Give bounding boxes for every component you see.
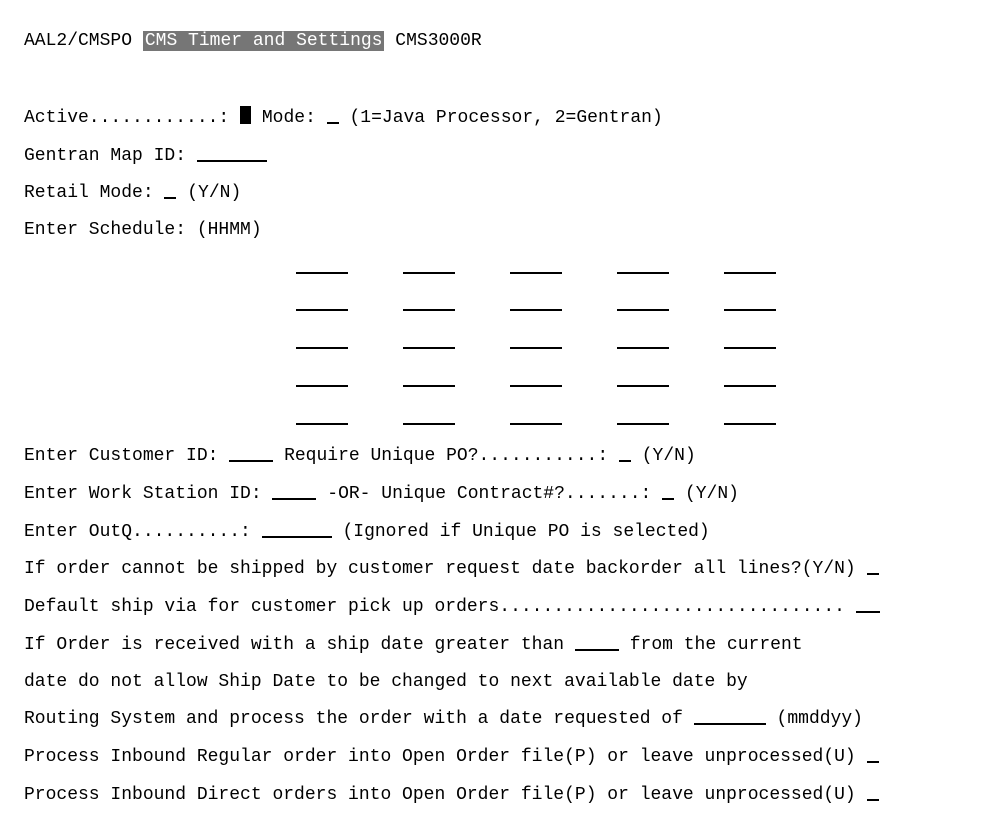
sched-input[interactable] xyxy=(617,333,669,349)
sched-input[interactable] xyxy=(403,371,455,387)
outq-input[interactable] xyxy=(262,522,332,538)
sched-input[interactable] xyxy=(724,371,776,387)
mode-label: Mode: xyxy=(262,108,316,128)
active-label: Active............: xyxy=(24,108,229,128)
sched-input[interactable] xyxy=(510,409,562,425)
prog-id: AAL2/CMSPO xyxy=(24,31,132,51)
req-upo-label: Require Unique PO?...........: xyxy=(284,446,608,466)
routing-label-3a: Routing System and process the order wit… xyxy=(24,709,683,729)
gmap-label: Gentran Map ID: xyxy=(24,146,186,166)
cust-label: Enter Customer ID: xyxy=(24,446,218,466)
sched-input[interactable] xyxy=(296,371,348,387)
sched-input[interactable] xyxy=(296,409,348,425)
backorder-input[interactable] xyxy=(867,559,879,575)
if-greater-label-1: If Order is received with a ship date gr… xyxy=(24,635,564,655)
sched-input[interactable] xyxy=(510,295,562,311)
sched-input[interactable] xyxy=(403,295,455,311)
routing-label-3b: (mmddyy) xyxy=(777,709,863,729)
cust-input[interactable] xyxy=(229,446,273,462)
active-input[interactable] xyxy=(240,106,251,124)
shipvia-label: Default ship via for customer pick up or… xyxy=(24,597,845,617)
mode-input[interactable] xyxy=(327,108,339,124)
mode-hint: (1=Java Processor, 2=Gentran) xyxy=(350,108,663,128)
pir-label: Process Inbound Regular order into Open … xyxy=(24,747,856,767)
req-upo-input[interactable] xyxy=(619,446,631,462)
sched-input[interactable] xyxy=(510,371,562,387)
sched-input[interactable] xyxy=(296,333,348,349)
sched-input[interactable] xyxy=(510,258,562,274)
if-greater-label-2: from the current xyxy=(630,635,803,655)
backorder-label: If order cannot be shipped by customer r… xyxy=(24,559,856,579)
sched-input[interactable] xyxy=(296,295,348,311)
pid-label: Process Inbound Direct orders into Open … xyxy=(24,785,856,805)
sched-input[interactable] xyxy=(403,333,455,349)
or-uc-input[interactable] xyxy=(662,484,674,500)
sched-input[interactable] xyxy=(617,371,669,387)
routing-label-2: date do not allow Ship Date to be change… xyxy=(24,672,748,692)
sched-input[interactable] xyxy=(403,409,455,425)
days-input[interactable] xyxy=(575,635,619,651)
rmode-input[interactable] xyxy=(164,183,176,199)
schedule-label: Enter Schedule: (HHMM) xyxy=(24,220,262,240)
sched-input[interactable] xyxy=(724,409,776,425)
sched-input[interactable] xyxy=(617,409,669,425)
rmode-label: Retail Mode: xyxy=(24,183,154,203)
outq-label: Enter OutQ..........: xyxy=(24,522,251,542)
sched-input[interactable] xyxy=(296,258,348,274)
page-title: CMS Timer and Settings xyxy=(143,31,385,51)
rmode-hint: (Y/N) xyxy=(187,183,241,203)
sched-input[interactable] xyxy=(403,258,455,274)
ign-hint: (Ignored if Unique PO is selected) xyxy=(342,522,709,542)
sched-input[interactable] xyxy=(724,295,776,311)
work-input[interactable] xyxy=(272,484,316,500)
sched-input[interactable] xyxy=(617,295,669,311)
gmap-input[interactable] xyxy=(197,146,267,162)
work-label: Enter Work Station ID: xyxy=(24,484,262,504)
pir-input[interactable] xyxy=(867,747,879,763)
sched-input[interactable] xyxy=(510,333,562,349)
datereq-input[interactable] xyxy=(694,709,766,725)
pid-input[interactable] xyxy=(867,785,879,801)
sched-input[interactable] xyxy=(724,258,776,274)
or-uc-label: -OR- Unique Contract#?.......: xyxy=(327,484,651,504)
screen-id: CMS3000R xyxy=(395,31,481,51)
shipvia-input[interactable] xyxy=(856,597,880,613)
sched-input[interactable] xyxy=(617,258,669,274)
sched-input[interactable] xyxy=(724,333,776,349)
yn: (Y/N) xyxy=(642,446,696,466)
yn: (Y/N) xyxy=(685,484,739,504)
